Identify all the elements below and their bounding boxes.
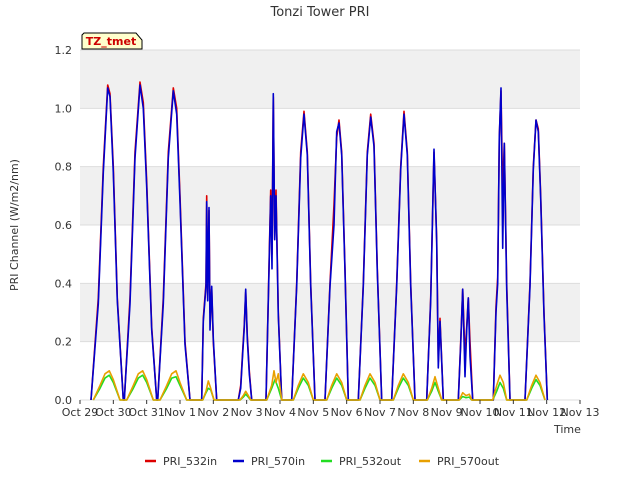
legend-label-2: PRI_532out	[339, 455, 402, 468]
annotation-label: TZ_tmet	[86, 35, 136, 48]
y-axis-ticks: 0.00.20.40.60.81.01.2	[55, 44, 73, 407]
legend: PRI_532in PRI_570in PRI_532out PRI_570out	[145, 455, 500, 468]
x-tick-label-2: Oct 31	[128, 406, 165, 419]
chart-container: Tonzi Tower PRI 0.0 0.2 0.4 0.6 0.8 1.0 1.2 Oc…	[0, 0, 640, 480]
x-tick-label-6: Nov 4	[264, 406, 296, 419]
x-tick-label-10: Nov 8	[397, 406, 429, 419]
x-tick-label-11: Nov 9	[431, 406, 463, 419]
x-tick-label-1: Oct 30	[95, 406, 132, 419]
y-tick-label-1: 0.2	[55, 336, 73, 349]
x-axis-ticks: Oct 29Oct 30Oct 31 Nov 1 Nov 2 Nov 3 Nov 4 No…	[62, 400, 600, 419]
y-tick-label-5: 1.0	[55, 102, 73, 115]
y-tick-label-3: 0.6	[55, 219, 73, 232]
annotation-box: TZ_tmet	[81, 32, 143, 50]
x-axis-label: Time	[553, 423, 581, 436]
y-axis-label: PRI Channel (W/m2/nm)	[8, 159, 21, 291]
chart-title: Tonzi Tower PRI	[270, 5, 370, 20]
x-tick-label-5: Nov 3	[231, 406, 263, 419]
x-tick-label-3: Nov 1	[164, 406, 196, 419]
x-tick-label-9: Nov 7	[364, 406, 396, 419]
x-tick-label-15: Nov 13	[561, 406, 600, 419]
x-tick-label-8: Nov 6	[331, 406, 363, 419]
legend-label-1: PRI_570in	[251, 455, 305, 468]
band-5	[80, 50, 580, 109]
legend-label-0: PRI_532in	[163, 455, 217, 468]
x-tick-label-4: Nov 2	[197, 406, 229, 419]
legend-label-3: PRI_570out	[437, 455, 500, 468]
y-tick-label-6: 1.2	[55, 44, 73, 57]
y-tick-label-2: 0.4	[55, 277, 73, 290]
x-tick-label-7: Nov 5	[297, 406, 329, 419]
pri-line-chart: Tonzi Tower PRI 0.00.20.40.60.81.01.2 Oc…	[8, 5, 600, 468]
x-tick-label-0: Oct 29	[62, 406, 99, 419]
y-tick-label-4: 0.8	[55, 161, 73, 174]
